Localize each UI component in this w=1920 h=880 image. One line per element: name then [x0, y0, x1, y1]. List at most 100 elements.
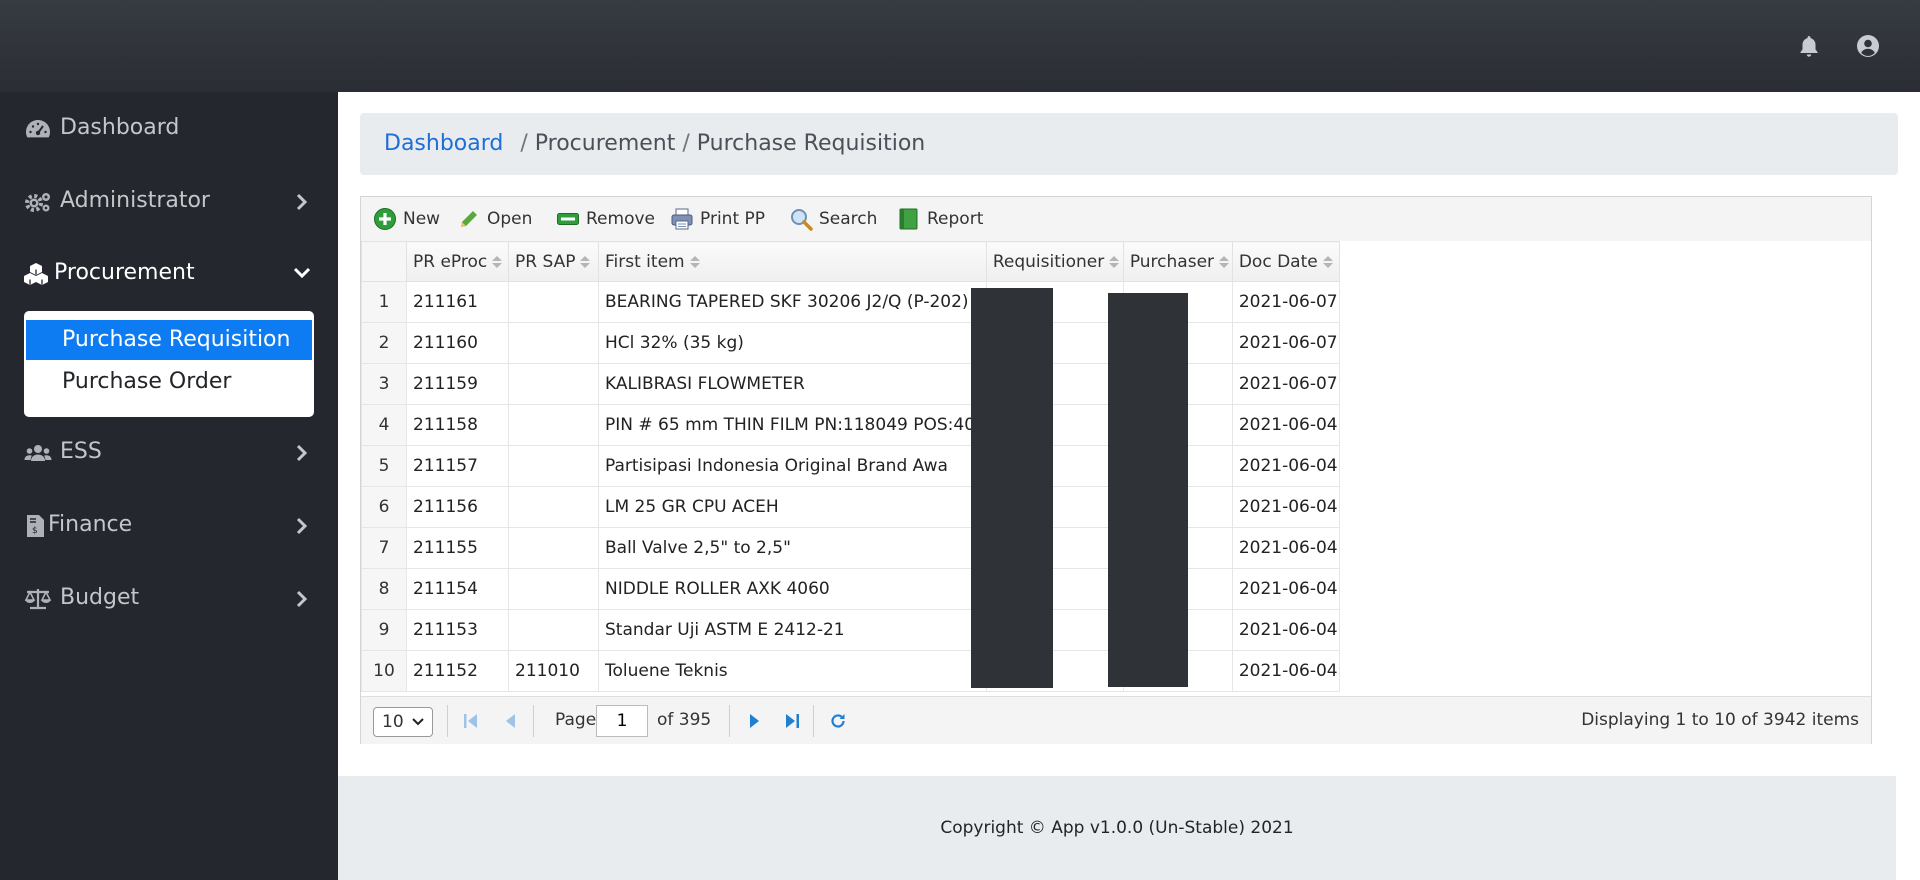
cell-doc-date: 2021-06-07	[1231, 363, 1340, 405]
table-row[interactable]: 3 211159 KALIBRASI FLOWMETER 2021-06-07	[361, 363, 1340, 405]
cell-pr-sap	[508, 322, 599, 364]
sidebar-item-ess[interactable]: ESS	[0, 423, 338, 483]
sidebar-item-label: Budget	[60, 585, 140, 610]
refresh-icon[interactable]	[828, 710, 848, 732]
cell-pr-eproc: 211158	[406, 404, 509, 446]
row-number: 2	[361, 322, 407, 364]
cell-first-item: LM 25 GR CPU ACEH	[598, 486, 987, 528]
sidebar-item-label: Finance	[48, 512, 133, 537]
sidebar-item-dashboard[interactable]: Dashboard	[0, 99, 338, 159]
chevron-right-icon	[296, 590, 308, 608]
cell-first-item: Ball Valve 2,5" to 2,5"	[598, 527, 987, 569]
cell-doc-date: 2021-06-04	[1231, 609, 1340, 651]
search-button-label: Search	[819, 209, 878, 229]
cell-doc-date: 2021-06-07	[1231, 281, 1340, 323]
cell-first-item: Standar Uji ASTM E 2412-21	[598, 609, 987, 651]
cell-pr-eproc: 211152	[406, 650, 509, 692]
grid-toolbar: New Open Remove Print PP Search Report	[361, 197, 1871, 241]
table-row[interactable]: 6 211156 LM 25 GR CPU ACEH 2021-06-04	[361, 486, 1340, 528]
submenu-item-purchase-requisition[interactable]: Purchase Requisition	[26, 320, 312, 360]
column-header-first-item[interactable]: First item	[598, 241, 987, 282]
footer: Copyright © App v1.0.0 (Un-Stable) 2021	[338, 776, 1896, 880]
bell-icon[interactable]	[1797, 34, 1821, 58]
cell-pr-eproc: 211157	[406, 445, 509, 487]
user-circle-icon[interactable]	[1856, 34, 1880, 58]
pagination-bar: 10 Page of 395 Displaying 1 to 10 of 394…	[361, 696, 1871, 744]
next-page-icon[interactable]	[744, 710, 764, 732]
sidebar-item-label: Dashboard	[60, 115, 180, 140]
cell-pr-eproc: 211156	[406, 486, 509, 528]
table-row[interactable]: 4 211158 PIN # 65 mm THIN FILM PN:118049 P…	[361, 404, 1340, 446]
cell-first-item: Partisipasi Indonesia Original Brand Awa	[598, 445, 987, 487]
chevron-right-icon	[296, 517, 308, 535]
column-header-pr-sap[interactable]: PR SAP	[508, 241, 599, 282]
table-row[interactable]: 8 211154 NIDDLE ROLLER AXK 4060 2021-06-04	[361, 568, 1340, 610]
submenu-item-purchase-order[interactable]: Purchase Order	[26, 362, 312, 402]
first-page-icon[interactable]	[461, 710, 481, 732]
cell-pr-eproc: 211161	[406, 281, 509, 323]
breadcrumb-link-dashboard[interactable]: Dashboard	[384, 131, 503, 156]
column-header-pr-eproc[interactable]: PR eProc	[406, 241, 509, 282]
book-icon	[899, 208, 918, 230]
page-label: Page	[555, 710, 597, 730]
column-header-doc-date[interactable]: Doc Date	[1231, 241, 1340, 282]
cell-pr-sap	[508, 445, 599, 487]
copyright-text: Copyright © App v1.0.0 (Un-Stable) 2021	[940, 818, 1294, 838]
cell-doc-date: 2021-06-04	[1231, 404, 1340, 446]
breadcrumb: Dashboard / Procurement / Purchase Requi…	[360, 113, 1898, 175]
chevron-right-icon	[296, 444, 308, 462]
last-page-icon[interactable]	[782, 710, 802, 732]
report-button[interactable]: Report	[897, 205, 983, 233]
sidebar-item-procurement[interactable]: Procurement	[0, 244, 338, 304]
cell-doc-date: 2021-06-07	[1231, 322, 1340, 364]
page-size-select[interactable]: 10	[373, 707, 433, 737]
chevron-down-icon	[293, 267, 311, 279]
datagrid-panel: New Open Remove Print PP Search Report P…	[360, 196, 1872, 744]
pager-divider	[533, 705, 534, 737]
sidebar-item-budget[interactable]: Budget	[0, 569, 338, 629]
previous-page-icon[interactable]	[501, 710, 521, 732]
table-row[interactable]: 7 211155 Ball Valve 2,5" to 2,5" 2021-06-04	[361, 527, 1340, 569]
cell-first-item: PIN # 65 mm THIN FILM PN:118049 POS:401	[598, 404, 987, 446]
sidebar-item-label: Procurement	[54, 260, 195, 285]
breadcrumb-item-current: Purchase Requisition	[696, 131, 926, 156]
table-row[interactable]: 1 211161 BEARING TAPERED SKF 30206 J2/Q (P…	[361, 281, 1340, 323]
cell-first-item: KALIBRASI FLOWMETER	[598, 363, 987, 405]
cell-doc-date: 2021-06-04	[1231, 445, 1340, 487]
cell-pr-eproc: 211154	[406, 568, 509, 610]
print-pp-button[interactable]: Print PP	[670, 205, 765, 233]
table-row[interactable]: 9 211153 Standar Uji ASTM E 2412-21 2021-06…	[361, 609, 1340, 651]
sort-icon	[1219, 255, 1230, 268]
cell-doc-date: 2021-06-04	[1231, 650, 1340, 692]
table-row[interactable]: 2 211160 HCl 32% (35 kg) 2021-06-07	[361, 322, 1340, 364]
breadcrumb-separator: /	[520, 131, 528, 156]
cell-doc-date: 2021-06-04	[1231, 568, 1340, 610]
sidebar-item-label: Administrator	[60, 188, 210, 213]
main-content: Dashboard / Procurement / Purchase Requi…	[338, 92, 1920, 880]
cell-pr-sap: 211010	[508, 650, 599, 692]
cell-pr-sap	[508, 363, 599, 405]
table-row[interactable]: 10 211152 211010 Toluene Teknis 2021-06-04	[361, 650, 1340, 692]
sidebar-item-administrator[interactable]: Administrator	[0, 172, 338, 232]
search-button[interactable]: Search	[789, 205, 877, 233]
cogs-icon	[25, 193, 50, 212]
page-number-input[interactable]	[596, 705, 648, 737]
cell-pr-sap	[508, 281, 599, 323]
cell-first-item: HCl 32% (35 kg)	[598, 322, 987, 364]
table-row[interactable]: 5 211157 Partisipasi Indonesia Original Br…	[361, 445, 1340, 487]
sort-icon	[580, 255, 591, 268]
pencil-icon	[461, 211, 477, 227]
chevron-down-icon	[412, 718, 424, 726]
cell-pr-sap	[508, 404, 599, 446]
open-button[interactable]: Open	[457, 205, 532, 233]
column-header-purchaser[interactable]: Purchaser	[1122, 241, 1233, 282]
row-number: 3	[361, 363, 407, 405]
new-button[interactable]: New	[373, 205, 440, 233]
column-header-requisitioner[interactable]: Requisitioner	[985, 241, 1124, 282]
sort-icon	[1322, 255, 1333, 268]
remove-button[interactable]: Remove	[556, 205, 655, 233]
sidebar-item-finance[interactable]: $ Finance	[0, 496, 338, 556]
cell-pr-eproc: 211155	[406, 527, 509, 569]
cell-doc-date: 2021-06-04	[1231, 486, 1340, 528]
pager-divider	[813, 705, 814, 737]
